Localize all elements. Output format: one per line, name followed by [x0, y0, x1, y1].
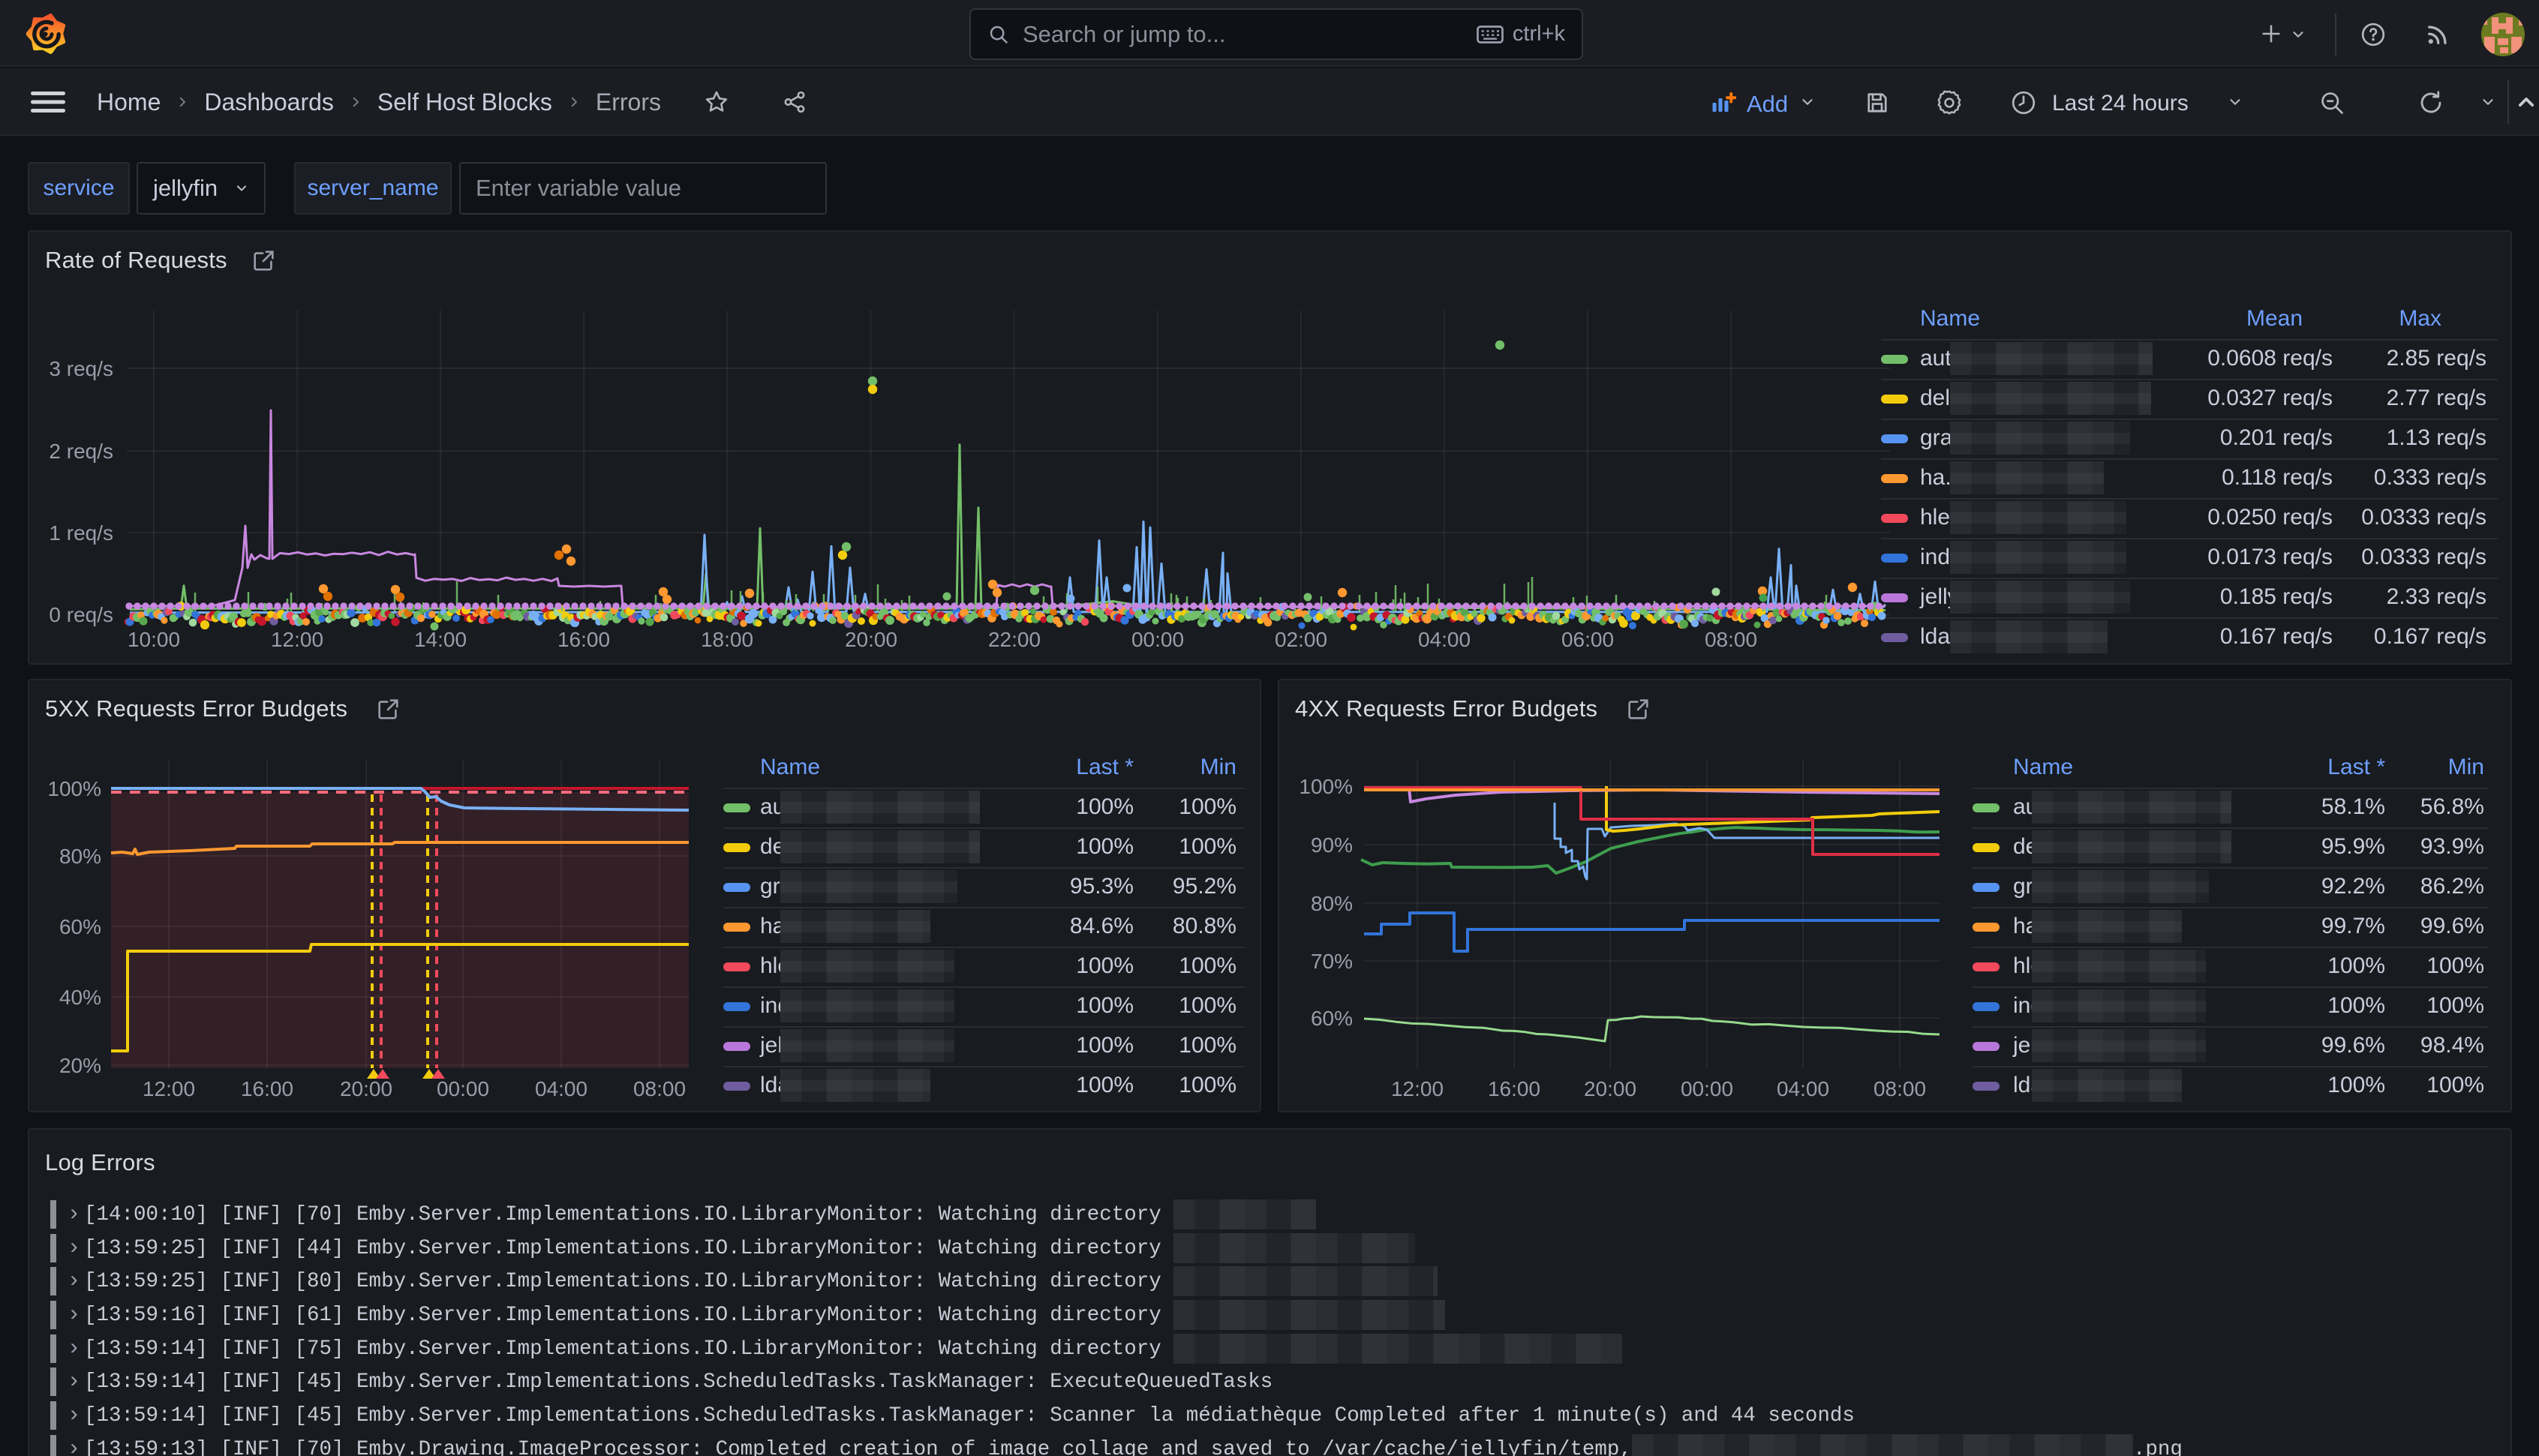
svg-text:60%: 60%	[59, 915, 101, 938]
svg-text:00:00: 00:00	[1131, 628, 1184, 651]
svg-text:16:00: 16:00	[1488, 1077, 1540, 1100]
svg-text:16:00: 16:00	[557, 628, 610, 651]
svg-text:80%: 80%	[59, 845, 101, 868]
svg-text:18:00: 18:00	[701, 628, 753, 651]
svg-text:08:00: 08:00	[1705, 628, 1757, 651]
svg-text:12:00: 12:00	[271, 628, 323, 651]
svg-text:12:00: 12:00	[1391, 1077, 1444, 1100]
svg-text:00:00: 00:00	[1681, 1077, 1733, 1100]
svg-text:20:00: 20:00	[1584, 1077, 1636, 1100]
svg-text:80%: 80%	[1311, 892, 1353, 915]
svg-text:08:00: 08:00	[1873, 1077, 1926, 1100]
svg-text:08:00: 08:00	[633, 1077, 686, 1100]
svg-text:20:00: 20:00	[845, 628, 897, 651]
svg-text:16:00: 16:00	[241, 1077, 293, 1100]
svg-text:20%: 20%	[59, 1054, 101, 1077]
svg-text:02:00: 02:00	[1275, 628, 1327, 651]
svg-text:04:00: 04:00	[1418, 628, 1471, 651]
svg-text:100%: 100%	[1299, 775, 1353, 798]
svg-text:12:00: 12:00	[143, 1077, 195, 1100]
svg-text:06:00: 06:00	[1561, 628, 1614, 651]
svg-text:22:00: 22:00	[988, 628, 1041, 651]
svg-text:14:00: 14:00	[414, 628, 467, 651]
svg-text:00:00: 00:00	[437, 1077, 489, 1100]
svg-text:60%: 60%	[1311, 1007, 1353, 1030]
svg-text:04:00: 04:00	[1777, 1077, 1829, 1100]
svg-text:100%: 100%	[47, 777, 101, 800]
svg-text:1 req/s: 1 req/s	[49, 521, 113, 545]
svg-text:20:00: 20:00	[340, 1077, 392, 1100]
svg-text:70%: 70%	[1311, 950, 1353, 973]
svg-text:3 req/s: 3 req/s	[49, 357, 113, 380]
svg-text:10:00: 10:00	[128, 628, 180, 651]
svg-text:04:00: 04:00	[535, 1077, 587, 1100]
svg-text:0 req/s: 0 req/s	[49, 603, 113, 626]
svg-text:40%: 40%	[59, 986, 101, 1009]
svg-text:90%: 90%	[1311, 833, 1353, 857]
svg-text:2 req/s: 2 req/s	[49, 440, 113, 463]
